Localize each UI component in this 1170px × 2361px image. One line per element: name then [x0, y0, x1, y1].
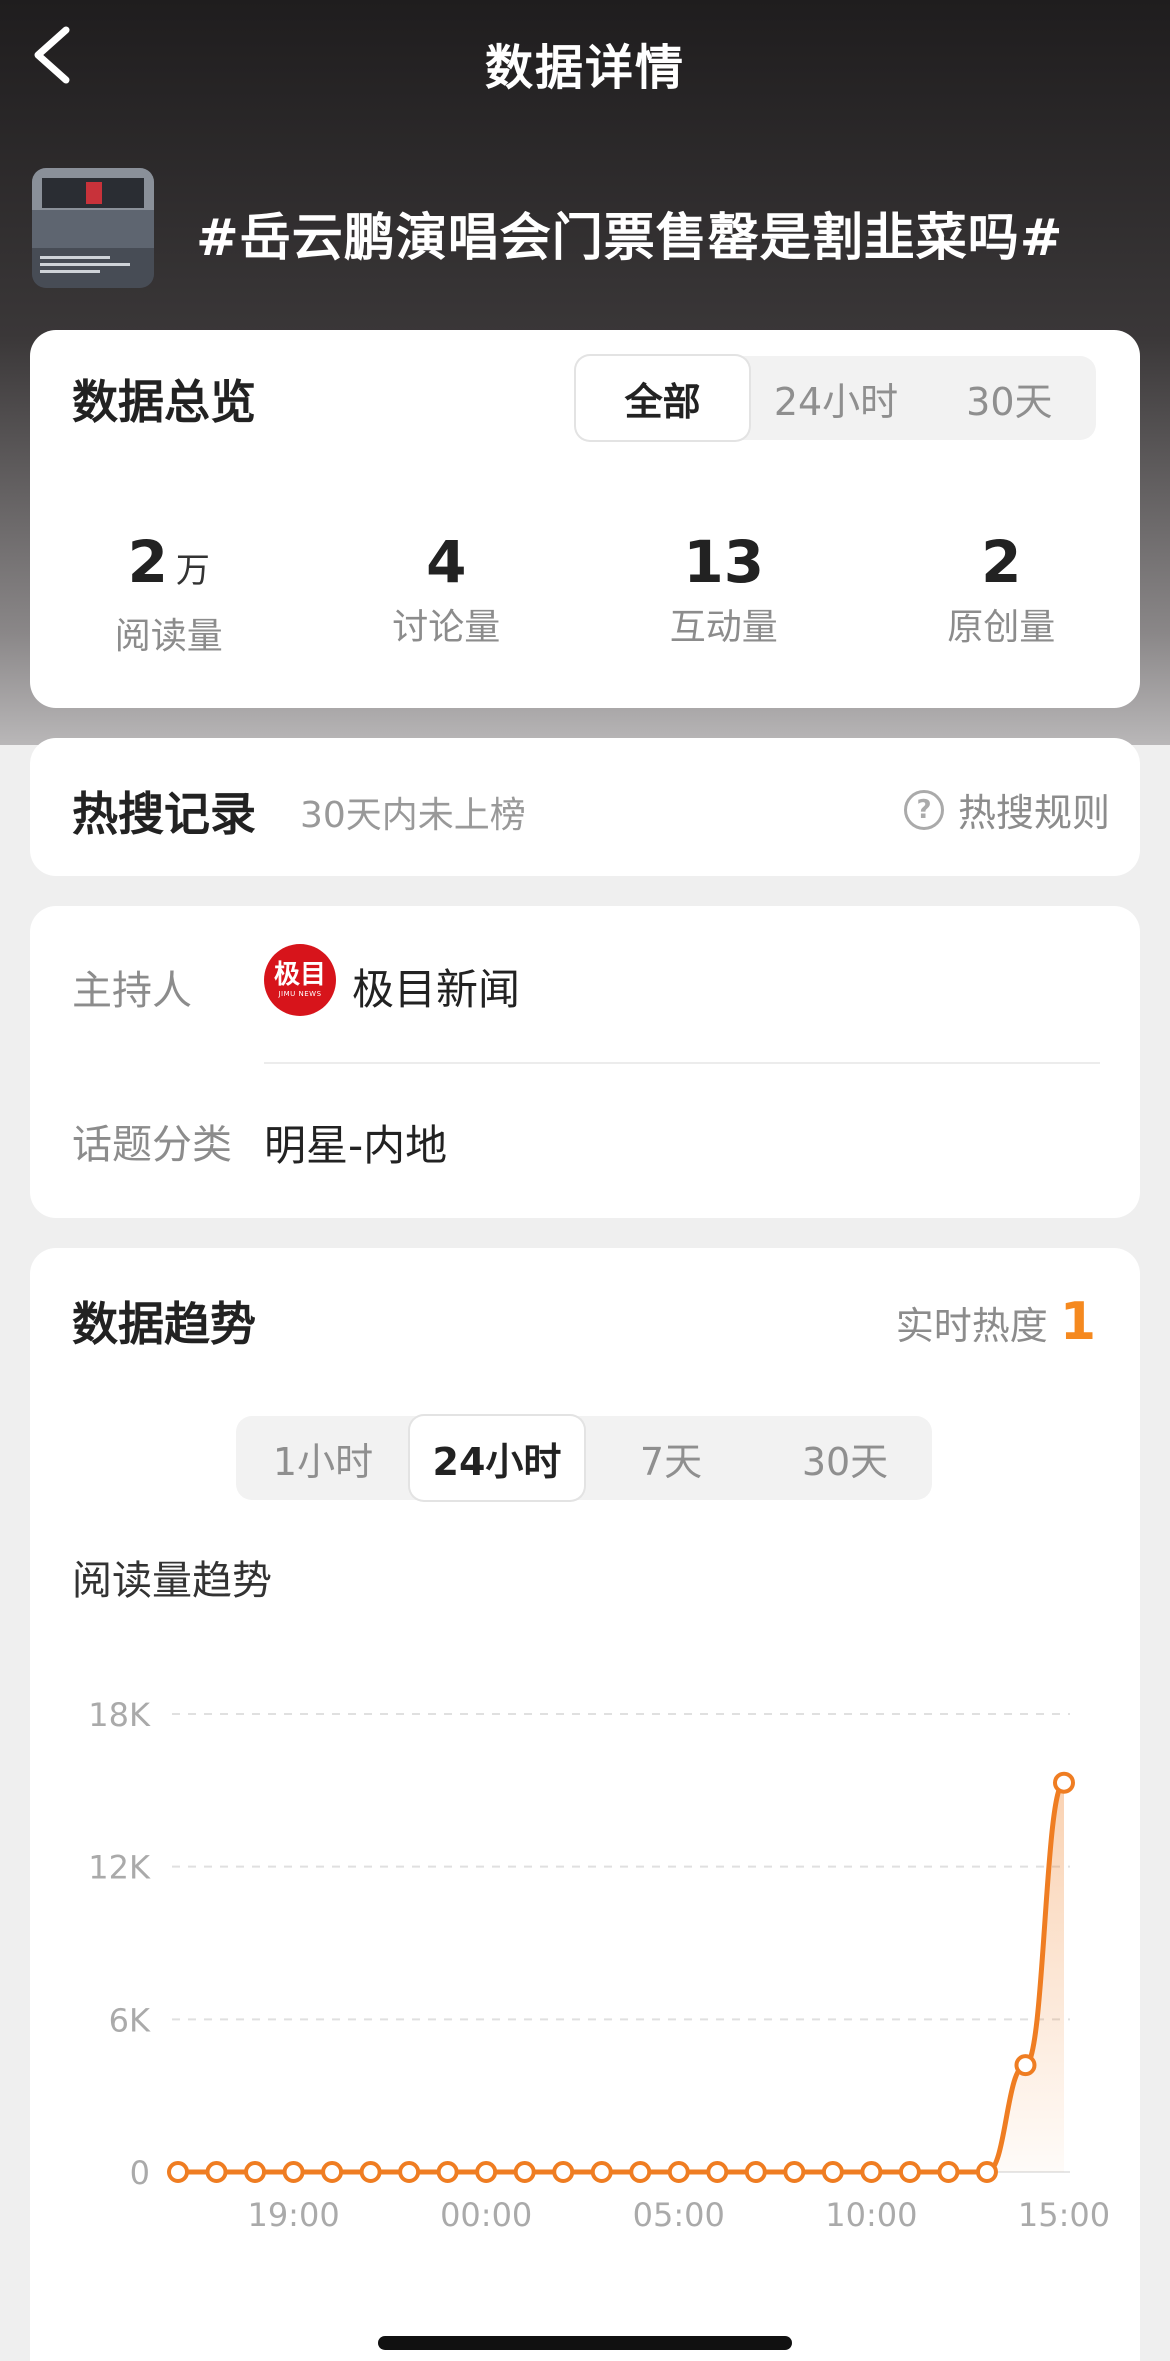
tab-all[interactable]: 全部: [576, 356, 750, 440]
topic-info-card: 主持人 极目 JIMU NEWS 极目新闻 话题分类 明星-内地: [30, 906, 1140, 1218]
x-tick-label: 15:00: [1018, 2196, 1110, 2234]
data-point: [860, 2161, 883, 2183]
hot-search-rules-link[interactable]: ? 热搜规则: [903, 782, 1110, 837]
series-area: [178, 1782, 1064, 2172]
host-logo-text: 极目: [273, 960, 326, 990]
data-point: [590, 2161, 613, 2183]
data-point: [937, 2161, 960, 2183]
category-value: 明星-内地: [264, 1121, 448, 1170]
data-point: [975, 2161, 998, 2183]
data-point: [667, 2161, 690, 2183]
data-point: [898, 2161, 921, 2183]
tab-30d[interactable]: 30天: [923, 356, 1096, 440]
stat-label: 阅读量: [114, 616, 223, 657]
stat-value: 2: [127, 528, 168, 596]
divider: [264, 1062, 1100, 1064]
stat-originals[interactable]: 2 原创量: [863, 530, 1141, 659]
page-title: 数据详情: [484, 40, 685, 96]
x-tick-label: 10:00: [825, 2196, 917, 2234]
host-label: 主持人: [72, 968, 192, 1014]
y-tick-label: 12K: [88, 1849, 151, 1887]
data-point: [821, 2161, 844, 2183]
overview-stats: 2万 阅读量 4 讨论量 13 互动量 2 原创量: [30, 530, 1140, 659]
stat-interactions[interactable]: 13 互动量: [585, 530, 863, 659]
nav-bar: 数据详情: [0, 0, 1170, 110]
stat-reads[interactable]: 2万 阅读量: [30, 530, 308, 659]
host-avatar[interactable]: 极目 JIMU NEWS: [264, 944, 336, 1016]
read-trend-chart: 0 6K 12K 18K 19:00 00:00 05:00 10:00 15:00: [88, 1696, 1110, 2234]
stat-value: 13: [683, 528, 765, 596]
y-tick-label: 6K: [109, 2001, 151, 2039]
stat-label: 原创量: [947, 607, 1056, 648]
data-point: [744, 2161, 767, 2183]
y-tick-label: 0: [130, 2154, 150, 2192]
data-point: [167, 2161, 189, 2183]
data-point: [1014, 2054, 1037, 2077]
series-line: [178, 1780, 1067, 2175]
host-logo-subtext: JIMU NEWS: [278, 990, 322, 998]
x-tick-label: 05:00: [633, 2196, 725, 2234]
stat-value: 2: [981, 528, 1022, 596]
overview-range-tabs: 全部 24小时 30天: [576, 356, 1096, 440]
data-point: [359, 2161, 382, 2183]
x-tick-label: 00:00: [440, 2196, 532, 2234]
data-point: [475, 2161, 498, 2183]
y-tick-label: 18K: [88, 1696, 151, 1734]
category-label: 话题分类: [72, 1122, 232, 1168]
data-point: [783, 2161, 806, 2183]
overview-title: 数据总览: [72, 375, 256, 429]
data-point: [552, 2161, 575, 2183]
data-point: [436, 2161, 459, 2183]
stat-value: 4: [426, 528, 467, 596]
data-point: [706, 2161, 729, 2183]
hot-search-status: 30天内未上榜: [300, 795, 526, 836]
tab-24h[interactable]: 24小时: [749, 356, 922, 440]
hot-search-title: 热搜记录: [72, 787, 256, 841]
stat-unit: 万: [175, 551, 210, 591]
overview-card: 数据总览 全部 24小时 30天 2万 阅读量 4 讨论量 13 互动量 2 原…: [30, 330, 1140, 708]
concert-photo-image: [32, 168, 154, 288]
data-point: [629, 2161, 652, 2183]
host-name[interactable]: 极目新闻: [352, 956, 520, 1017]
data-point: [1053, 1771, 1075, 1794]
stat-discussions[interactable]: 4 讨论量: [308, 530, 586, 659]
x-tick-label: 19:00: [247, 2196, 339, 2234]
trend-card: 数据趋势 实时热度 1 1小时 24小时 7天 30天 阅读量趋势 0 6K 12K…: [30, 1248, 1140, 2361]
data-point: [205, 2161, 228, 2183]
data-point: [398, 2161, 421, 2183]
data-point: [282, 2161, 305, 2183]
hot-search-card: 热搜记录 30天内未上榜 ? 热搜规则: [30, 738, 1140, 876]
data-point: [244, 2161, 267, 2183]
data-point: [321, 2161, 344, 2183]
stat-label: 讨论量: [392, 607, 501, 648]
stat-label: 互动量: [669, 607, 778, 648]
question-circle-icon: ?: [903, 789, 944, 830]
home-indicator: [378, 2336, 792, 2350]
data-point: [513, 2161, 536, 2183]
topic-thumbnail[interactable]: [32, 168, 154, 288]
topic-title: #岳云鹏演唱会门票售罄是割韭菜吗#: [196, 209, 1064, 268]
hot-search-rules-label: 热搜规则: [957, 791, 1110, 835]
